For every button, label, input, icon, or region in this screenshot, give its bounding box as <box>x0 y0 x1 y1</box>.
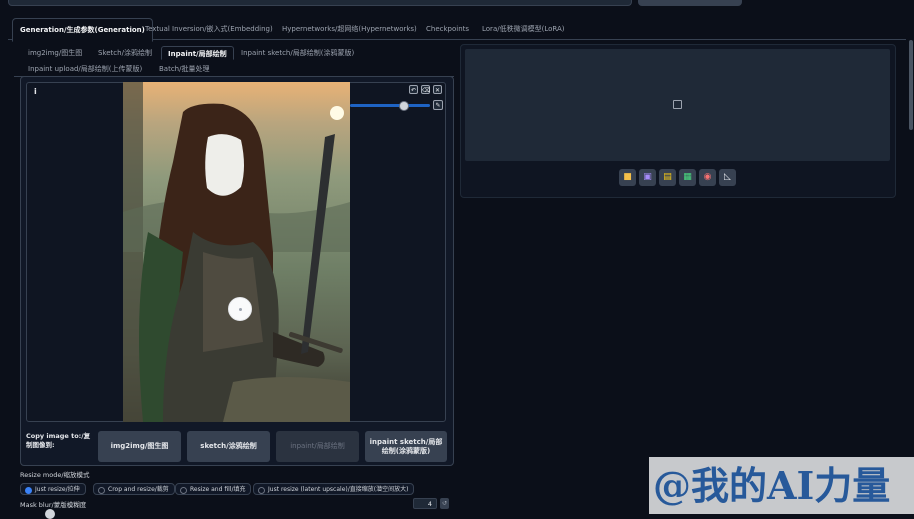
tab-inpaint[interactable]: Inpaint/局部绘制 <box>161 46 234 60</box>
inpaint-image[interactable] <box>123 82 350 422</box>
copy-image-label: Copy image to:/复制图像到: <box>26 432 91 449</box>
radio-label: Just resize (latent upscale)/直接缩放(潜空间放大) <box>268 486 409 493</box>
tab-inpaint-sketch[interactable]: Inpaint sketch/局部绘制(涂鸦蒙版) <box>235 46 360 60</box>
main-tab-bar: Generation/生成参数(Generation) Textual Inve… <box>8 16 906 42</box>
resize-mode-label: Resize mode/缩放模式 <box>20 471 90 479</box>
folder-icon[interactable]: ■ <box>619 169 636 186</box>
mask-blur-slider-handle[interactable] <box>45 509 55 519</box>
radio-dot <box>180 487 187 494</box>
brush-cursor <box>228 297 252 321</box>
radio-label: Crop and resize/裁剪 <box>108 486 169 493</box>
mask-blur-label: Mask blur/蒙版模糊度 <box>20 501 87 509</box>
send-to-img2img-icon[interactable]: ▦ <box>679 169 696 186</box>
warrior-woman-illustration <box>123 82 350 422</box>
tab-img2img[interactable]: img2img/图生图 <box>22 46 88 60</box>
resize-mode-crop-and-resize[interactable]: Crop and resize/裁剪 <box>93 483 175 495</box>
tab-generation[interactable]: Generation/生成参数(Generation) <box>12 18 153 42</box>
tab-textual-inversion[interactable]: Textual Inversion/嵌入式(Embedding) <box>138 18 280 40</box>
radio-dot <box>25 487 32 494</box>
copy-to-inpaint-sketch-button[interactable]: inpaint sketch/局部绘制(涂鸦蒙版) <box>365 431 447 462</box>
mask-blur-reset-icon[interactable]: ↺ <box>440 498 449 509</box>
page-scrollbar[interactable] <box>909 40 913 130</box>
brush-size-slider-handle[interactable] <box>399 101 409 111</box>
tab-batch[interactable]: Batch/批量处理 <box>153 62 215 76</box>
info-icon: i <box>34 87 37 96</box>
copy-to-inpaint-button[interactable]: inpaint/局部绘制 <box>276 431 359 462</box>
mask-blur-input[interactable]: 4 <box>413 498 437 509</box>
resize-mode-resize-and-fill[interactable]: Resize and fill/填充 <box>175 483 252 495</box>
resize-mode-just-resize[interactable]: Just resize/拉伸 <box>20 483 86 495</box>
brush-size-slider[interactable] <box>350 104 430 107</box>
copy-to-img2img-button[interactable]: img2img/图生图 <box>98 431 181 462</box>
generate-button-bottom[interactable] <box>638 0 742 6</box>
tab-hypernetworks[interactable]: Hypernetworks/超网络(Hypernetworks) <box>275 18 424 40</box>
copy-to-sketch-button[interactable]: sketch/涂鸦绘制 <box>187 431 270 462</box>
send-to-extras-icon[interactable]: ◺ <box>719 169 736 186</box>
watermark: @我的AI力量 <box>649 457 914 514</box>
tab-inpaint-upload[interactable]: Inpaint upload/局部绘制(上传蒙版) <box>22 62 148 76</box>
send-to-inpaint-icon[interactable]: ◉ <box>699 169 716 186</box>
radio-dot <box>258 487 265 494</box>
prompt-input-bottom[interactable] <box>8 0 632 6</box>
close-icon[interactable]: ✕ <box>433 85 442 94</box>
radio-label: Resize and fill/填充 <box>190 486 246 493</box>
radio-dot <box>98 487 105 494</box>
resize-mode-latent-upscale[interactable]: Just resize (latent upscale)/直接缩放(潜空间放大) <box>253 483 415 495</box>
undo-icon[interactable]: ↶ <box>409 85 418 94</box>
zip-icon[interactable]: ▤ <box>659 169 676 186</box>
tab-checkpoints[interactable]: Checkpoints <box>419 18 476 40</box>
image-placeholder-icon <box>673 100 682 109</box>
save-icon[interactable]: ▣ <box>639 169 656 186</box>
brush-icon[interactable]: ✎ <box>433 100 443 110</box>
tab-sketch[interactable]: Sketch/涂鸦绘制 <box>92 46 158 60</box>
eraser-icon[interactable]: ⌫ <box>421 85 430 94</box>
brush-preview <box>330 106 344 120</box>
tab-lora[interactable]: Lora/低秩微调模型(LoRA) <box>475 18 571 40</box>
radio-label: Just resize/拉伸 <box>35 486 80 493</box>
